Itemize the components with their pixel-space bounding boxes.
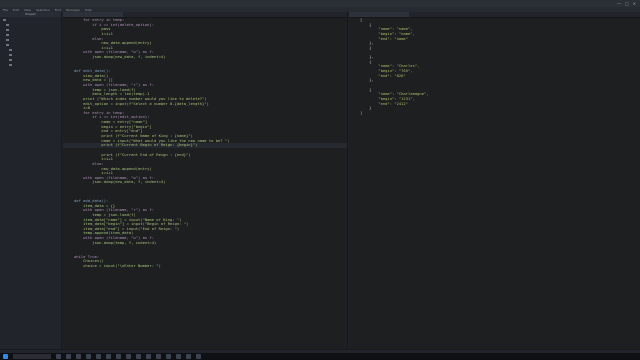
maximize-icon[interactable]: □ <box>625 1 629 6</box>
folder-icon <box>6 38 9 41</box>
folder-icon <box>6 33 9 36</box>
menu-item-view[interactable]: View <box>24 8 31 12</box>
chrome-icon[interactable] <box>106 354 111 359</box>
json-text: }, <box>360 77 374 83</box>
json-line[interactable]: ] <box>349 109 640 116</box>
folder-icon <box>9 53 12 56</box>
folder-icon <box>9 48 12 51</box>
json-pane: [ { "name": "name", "begin": "name", "en… <box>349 12 640 349</box>
menu-item-packages[interactable]: Packages <box>66 8 80 12</box>
code-text: choice = input("\nEnter Number: ") <box>74 262 161 268</box>
code-line[interactable]: choice = input("\nEnter Number: ") <box>63 262 347 269</box>
terminal-icon[interactable] <box>126 354 131 359</box>
code-editor[interactable]: for entry in temp: if i == int(delete_op… <box>63 17 347 269</box>
code-text: edit_option = input(f"Select a number 0-… <box>74 100 209 106</box>
line-number <box>349 111 360 116</box>
code-text: print (f"Current Begin of Reign: {begin}… <box>74 142 198 148</box>
explorer-icon[interactable] <box>76 354 81 359</box>
code-text: json.dump(new_data, f, indent=4) <box>74 54 166 60</box>
task-view-icon[interactable] <box>56 354 61 359</box>
line-number <box>63 264 74 269</box>
file-tree <box>0 17 61 67</box>
app-icon[interactable] <box>166 354 171 359</box>
taskbar-icons <box>3 354 201 359</box>
folder-icon <box>9 58 12 61</box>
json-text: { <box>360 44 372 50</box>
window-titlebar: — □ ✕ <box>0 0 640 7</box>
taskbar-search-input[interactable] <box>13 354 51 359</box>
code-text: json.dump(temp, f, indent=4) <box>74 239 157 245</box>
app-icon[interactable] <box>186 354 191 359</box>
folder-icon <box>6 28 9 31</box>
atom-icon[interactable] <box>116 354 121 359</box>
taskbar <box>0 353 640 360</box>
json-editor[interactable]: [ { "name": "name", "begin": "name", "en… <box>349 17 640 116</box>
minimize-icon[interactable]: — <box>617 1 621 6</box>
json-text: ] <box>360 109 363 115</box>
menu-item-edit[interactable]: Edit <box>13 8 19 12</box>
store-icon[interactable] <box>86 354 91 359</box>
close-icon[interactable]: ✕ <box>633 1 636 6</box>
app-icon[interactable] <box>196 354 201 359</box>
editor-pane: for entry in temp: if i == int(delete_op… <box>63 12 348 349</box>
tree-item[interactable] <box>0 62 61 67</box>
app-icon[interactable] <box>176 354 181 359</box>
python-icon[interactable] <box>146 354 151 359</box>
app-icon[interactable] <box>156 354 161 359</box>
menu-item-find[interactable]: Find <box>55 8 61 12</box>
window-controls: — □ ✕ <box>617 1 640 6</box>
menu-item-file[interactable]: File <box>3 8 8 12</box>
project-sidebar: Project <box>0 12 62 349</box>
folder-icon <box>9 63 12 66</box>
folder-icon <box>6 23 9 26</box>
menu-item-help[interactable]: Help <box>85 8 92 12</box>
menu-item-selection[interactable]: Selection <box>36 8 50 12</box>
code-text: json.dump(new_data, f, indent=4) <box>74 179 166 185</box>
tab-json-file[interactable] <box>349 12 409 17</box>
folder-icon <box>3 18 6 21</box>
mail-icon[interactable] <box>96 354 101 359</box>
settings-icon[interactable] <box>136 354 141 359</box>
windows-icon[interactable] <box>3 354 8 359</box>
edge-icon[interactable] <box>66 354 71 359</box>
folder-icon <box>6 43 9 46</box>
